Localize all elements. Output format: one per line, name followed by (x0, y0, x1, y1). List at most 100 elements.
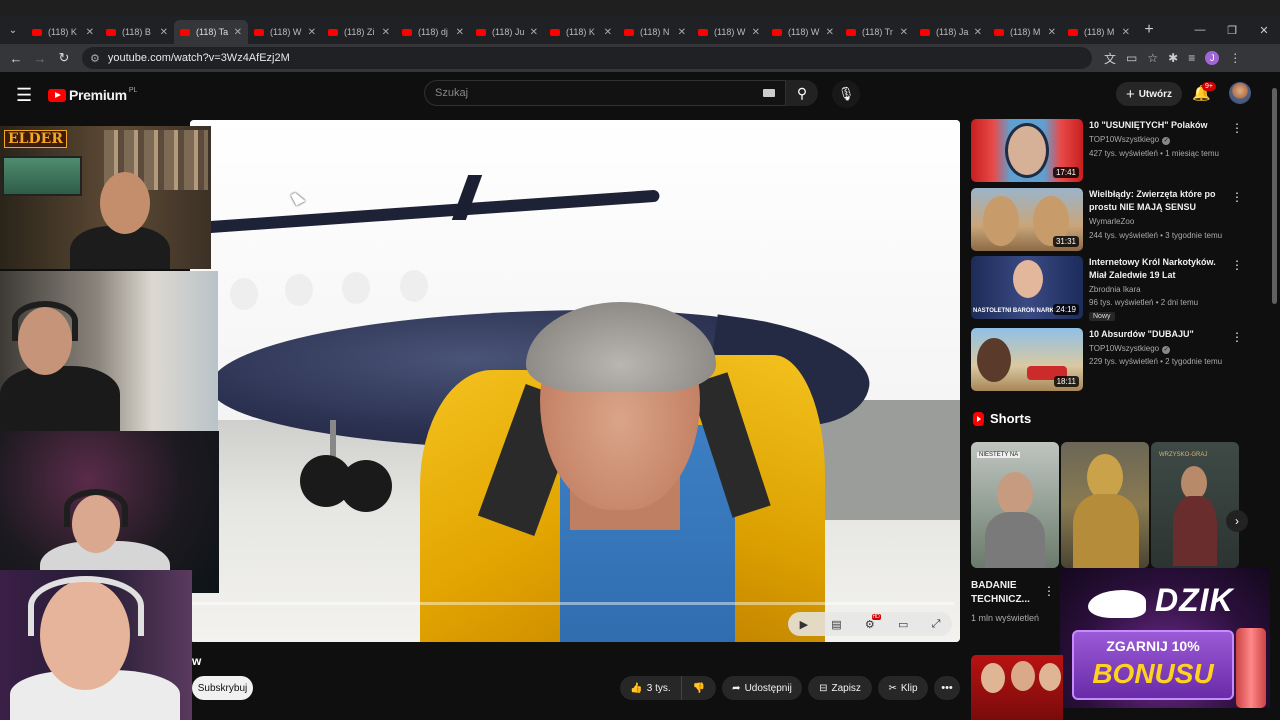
progress-bar[interactable] (190, 602, 954, 605)
browser-tab[interactable]: (118) W ✕ (692, 20, 766, 44)
back-icon[interactable]: ← (4, 51, 28, 66)
ad-line-1: ZGARNIJ 10% (1106, 638, 1200, 654)
browser-tab[interactable]: (118) M ✕ (1062, 20, 1136, 44)
profile-avatar[interactable]: J (1205, 51, 1220, 65)
tab-search-icon[interactable]: ⌄ (0, 16, 26, 44)
reload-icon[interactable]: ↻ (52, 50, 76, 66)
recommendation-item[interactable]: 18:11 10 Absurdów "DUBAJU" TOP10Wszystki… (971, 328, 1261, 392)
site-info-icon[interactable]: ⚙ (90, 52, 100, 65)
theater-mode-icon[interactable]: ▭ (898, 618, 908, 631)
recommendation-meta: 229 tys. wyświetleń • 2 tygodnie temu (1089, 357, 1223, 366)
browser-tab[interactable]: (118) dj ✕ (396, 20, 470, 44)
account-avatar[interactable] (1229, 82, 1251, 104)
short-views: 1 mln wyświetleń (971, 613, 1040, 623)
tab-close-icon[interactable]: ✕ (308, 27, 316, 38)
kebab-icon[interactable]: ⋮ (1231, 190, 1243, 204)
tab-close-icon[interactable]: ✕ (1048, 27, 1056, 38)
new-badge: Nowy (1089, 312, 1115, 321)
short-item[interactable] (1061, 442, 1149, 568)
kebab-icon[interactable]: ⋮ (1231, 258, 1243, 272)
tab-close-icon[interactable]: ✕ (160, 27, 168, 38)
browser-tab[interactable]: (118) Zi ✕ (322, 20, 396, 44)
browser-tab[interactable]: (118) Tr ✕ (840, 20, 914, 44)
youtube-favicon-icon (550, 28, 560, 36)
window-controls: — ❐ ✕ (1184, 24, 1280, 37)
like-button[interactable]: 👍 3 tys. (620, 676, 682, 700)
browser-tab[interactable]: (118) K ✕ (26, 20, 100, 44)
maximize-icon[interactable]: ❐ (1216, 24, 1248, 37)
search-button[interactable]: ⚲ (786, 80, 818, 106)
browser-tab[interactable]: (118) W ✕ (766, 20, 840, 44)
keyboard-icon[interactable] (763, 89, 775, 97)
browser-tab[interactable]: (118) N ✕ (618, 20, 692, 44)
recommendation-item[interactable]: 31:31 Wielbłądy: Zwierzęta które po pros… (971, 188, 1261, 252)
autoplay-toggle-icon[interactable]: ▶ (800, 618, 808, 631)
recommendation-item[interactable]: 17:41 10 "USUNIĘTYCH" Polaków TOP10Wszys… (971, 119, 1261, 183)
dislike-button[interactable]: 👎 (682, 683, 716, 694)
tab-close-icon[interactable]: ✕ (382, 27, 390, 38)
browser-tab[interactable]: (118) W ✕ (248, 20, 322, 44)
bookmark-star-icon[interactable]: ☆ (1147, 51, 1158, 65)
menu-icon[interactable]: ☰ (16, 85, 40, 106)
address-bar[interactable]: ⚙ youtube.com/watch?v=3Wz4AfEzj2M (82, 47, 1092, 69)
kebab-icon[interactable]: ⋮ (1231, 330, 1243, 344)
tab-label: (118) N (640, 27, 670, 37)
tab-close-icon[interactable]: ✕ (604, 27, 612, 38)
youtube-favicon-icon (772, 28, 782, 36)
more-actions-button[interactable]: ••• (934, 676, 960, 700)
tab-close-icon[interactable]: ✕ (86, 27, 94, 38)
settings-icon[interactable]: ⚙ HD (865, 613, 881, 631)
voice-search-button[interactable]: 🎙 (832, 80, 860, 108)
search-input[interactable]: Szukaj (424, 80, 786, 106)
recommendation-meta: 96 tys. wyświetleń • 2 dni temu (1089, 298, 1199, 307)
bull-logo-icon (1088, 590, 1146, 618)
create-button[interactable]: + Utwórz (1116, 82, 1182, 106)
thumbnail-portrait (1005, 123, 1049, 178)
browser-tab[interactable]: (118) Ju ✕ (470, 20, 544, 44)
thumbnail-portrait (1039, 663, 1061, 691)
cast-icon[interactable]: ▭ (1126, 51, 1137, 65)
chevron-right-icon[interactable]: › (1226, 510, 1248, 532)
tab-close-icon[interactable]: ✕ (752, 27, 760, 38)
save-button[interactable]: ⊟ Zapisz (808, 676, 872, 700)
page-scrollbar-thumb[interactable] (1272, 88, 1277, 304)
browser-tab[interactable]: (118) K ✕ (544, 20, 618, 44)
notification-badge: 9+ (1202, 82, 1216, 91)
tab-close-icon[interactable]: ✕ (900, 27, 908, 38)
clip-button[interactable]: ✂ Klip (878, 676, 928, 700)
kebab-icon[interactable]: ⋮ (1231, 121, 1243, 135)
kebab-icon[interactable]: ⋮ (1043, 584, 1055, 598)
extensions-icon[interactable]: ✱ (1168, 51, 1178, 65)
youtube-favicon-icon (1068, 28, 1078, 36)
share-button[interactable]: ➦ Udostępnij (722, 676, 802, 700)
subscribe-button[interactable]: Subskrybuj (192, 676, 253, 700)
recommendation-item[interactable]: NASTOLETNI BARON NARKO 24:19 Internetowy… (971, 256, 1261, 321)
browser-tab[interactable]: (118) Ja ✕ (914, 20, 988, 44)
short-item[interactable]: WRZYSKO-GRAJ (1151, 442, 1239, 568)
tab-close-icon[interactable]: ✕ (1122, 27, 1130, 38)
tab-close-icon[interactable]: ✕ (234, 27, 242, 38)
browser-tab[interactable]: (118) Ta ✕ (174, 20, 248, 44)
recommendation-thumbnail: 17:41 (971, 119, 1083, 182)
minimize-icon[interactable]: — (1184, 24, 1216, 37)
recommendation-thumbnail[interactable] (971, 655, 1063, 720)
tab-close-icon[interactable]: ✕ (456, 27, 464, 38)
short-item[interactable]: NIESTETY NA (971, 442, 1059, 568)
subtitles-icon[interactable]: ▤ (831, 618, 841, 631)
new-tab-icon[interactable]: + (1136, 21, 1162, 39)
video-player[interactable]: ▶ ▤ ⚙ HD ▭ ⤢ (190, 120, 960, 642)
translate-icon[interactable]: 文 (1104, 50, 1116, 67)
tab-close-icon[interactable]: ✕ (826, 27, 834, 38)
browser-tab[interactable]: (118) M ✕ (988, 20, 1062, 44)
youtube-favicon-icon (846, 28, 856, 36)
forward-icon[interactable]: → (28, 51, 52, 66)
browser-menu-icon[interactable]: ⋮ (1229, 51, 1241, 65)
tab-close-icon[interactable]: ✕ (530, 27, 538, 38)
close-window-icon[interactable]: ✕ (1248, 24, 1280, 37)
browser-tab[interactable]: (118) B ✕ (100, 20, 174, 44)
media-icon[interactable]: ≡ (1188, 51, 1195, 65)
youtube-logo[interactable]: Premium PL (48, 87, 137, 103)
tab-close-icon[interactable]: ✕ (974, 27, 982, 38)
tab-close-icon[interactable]: ✕ (678, 27, 686, 38)
fullscreen-icon[interactable]: ⤢ (932, 618, 941, 631)
